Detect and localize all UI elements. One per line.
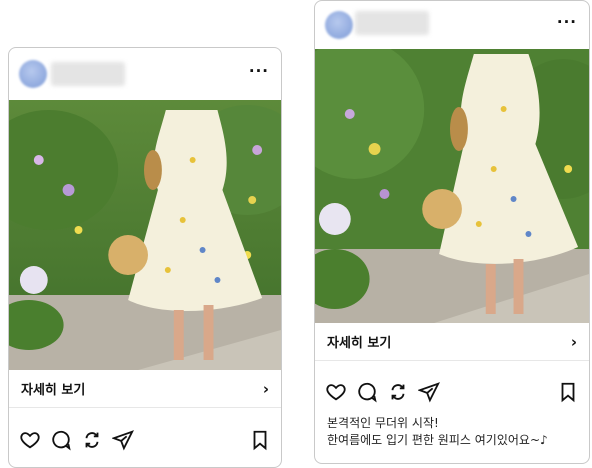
chevron-right-icon: › [570, 332, 577, 351]
view-details-row[interactable]: 자세히 보기 › [315, 323, 589, 361]
avatar[interactable] [19, 60, 47, 88]
post-card-right: ··· 자세히 보기 › 본격적인 무더위 시작! 한여름에도 입기 편한 원피… [314, 0, 590, 464]
repost-icon[interactable] [387, 381, 409, 403]
chevron-right-icon: › [262, 379, 269, 398]
post-header: ··· [9, 48, 281, 100]
post-header: ··· [315, 1, 589, 49]
view-details-row[interactable]: 자세히 보기 › [9, 370, 281, 408]
share-icon[interactable] [418, 381, 440, 403]
view-details-label: 자세히 보기 [21, 383, 86, 398]
action-bar [315, 375, 589, 409]
avatar[interactable] [325, 11, 353, 39]
comment-icon[interactable] [356, 381, 378, 403]
share-icon[interactable] [112, 429, 134, 451]
more-options-icon[interactable]: ··· [557, 13, 577, 31]
post-card-left: ··· 자세히 보기 › [8, 47, 282, 468]
bookmark-icon[interactable] [249, 429, 271, 451]
post-photo[interactable] [315, 49, 589, 323]
more-options-icon[interactable]: ··· [249, 62, 269, 80]
repost-icon[interactable] [81, 429, 103, 451]
username-blurred[interactable] [51, 62, 125, 86]
username-blurred[interactable] [355, 11, 429, 35]
post-caption: 본격적인 무더위 시작! 한여름에도 입기 편한 원피스 여기있어요~♪ [327, 415, 579, 449]
bookmark-icon[interactable] [557, 381, 579, 403]
comment-icon[interactable] [50, 429, 72, 451]
view-details-label: 자세히 보기 [327, 336, 392, 351]
post-photo[interactable] [9, 100, 281, 370]
caption-line: 본격적인 무더위 시작! [327, 416, 439, 430]
heart-icon[interactable] [325, 381, 347, 403]
heart-icon[interactable] [19, 429, 41, 451]
caption-line: 한여름에도 입기 편한 원피스 여기있어요~♪ [327, 433, 548, 447]
action-bar [9, 423, 281, 457]
